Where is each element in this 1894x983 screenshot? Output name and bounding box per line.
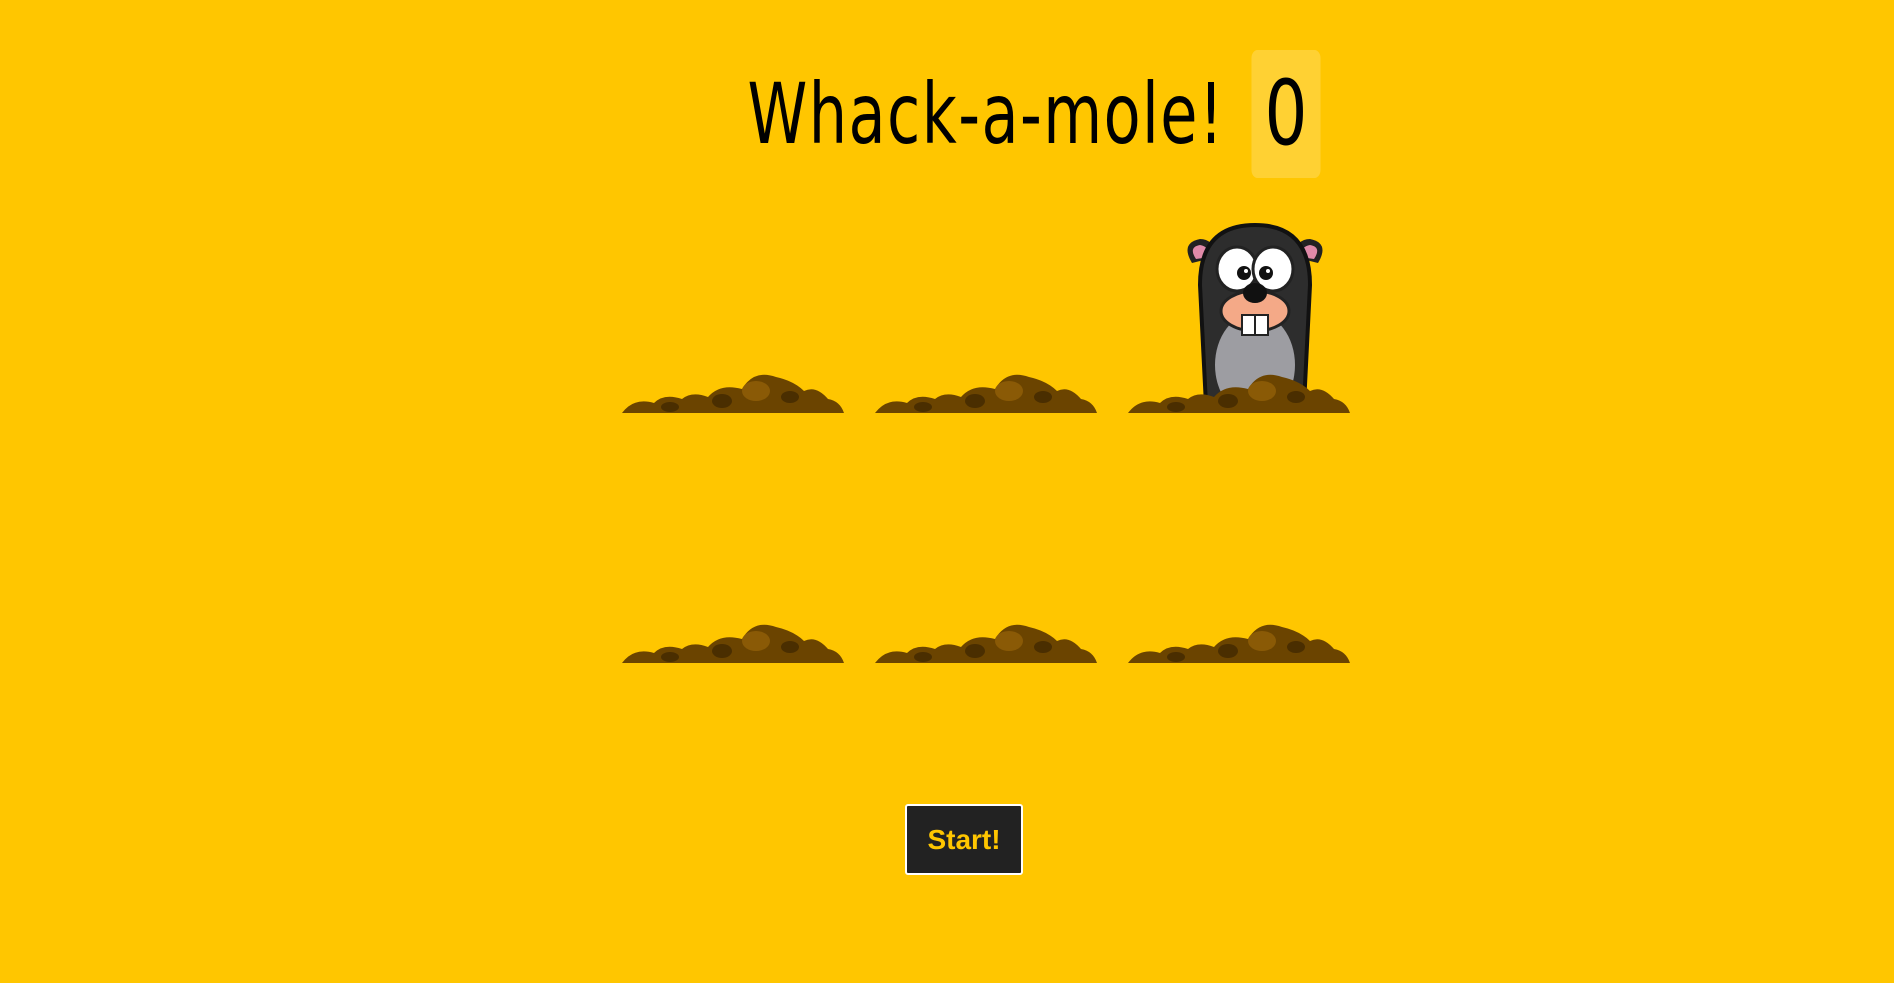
hole-3[interactable]: [1110, 165, 1363, 415]
hole-1[interactable]: [604, 165, 857, 415]
hole-4[interactable]: [604, 415, 857, 665]
dirt-mound-icon: [875, 624, 1097, 663]
dirt-mound-icon: [1128, 624, 1350, 663]
start-button[interactable]: Start!: [905, 804, 1023, 875]
dirt-mound-icon: [622, 624, 844, 663]
hole-2[interactable]: [857, 165, 1110, 415]
hole-6[interactable]: [1110, 415, 1363, 665]
dirt-mound-icon: [622, 374, 844, 413]
hole-5[interactable]: [857, 415, 1110, 665]
dirt-mound-icon: [1128, 374, 1350, 413]
dirt-mound-icon: [875, 374, 1097, 413]
